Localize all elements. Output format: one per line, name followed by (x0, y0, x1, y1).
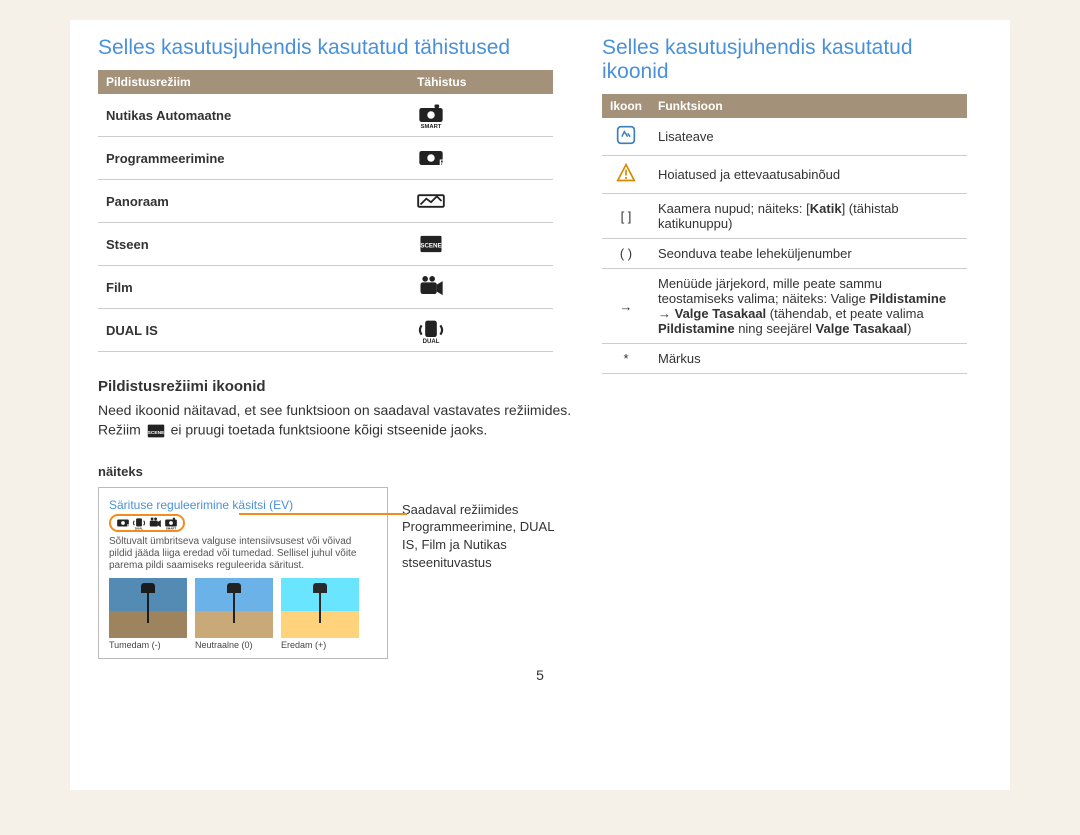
mode-icons-body: Need ikoonid näitavad, et see funktsioon… (98, 401, 572, 442)
table-row: ( )Seonduva teabe leheküljenumber (602, 239, 967, 269)
body-post: ei pruugi toetada funktsioone kõigi stse… (171, 422, 488, 438)
callout-connector (239, 513, 407, 515)
svg-text:SMART: SMART (166, 526, 177, 530)
mode-label: DUAL IS (98, 309, 409, 352)
table-row: Film (98, 266, 553, 309)
smart-icon: SMART (163, 517, 179, 529)
svg-text:SCENE: SCENE (147, 430, 164, 436)
row-icon: [ ] (602, 194, 650, 239)
row-text: Märkus (650, 344, 967, 374)
thumb-caption: Tumedam (-) (109, 640, 187, 650)
table-row: Lisateave (602, 118, 967, 156)
row-text: Lisateave (650, 118, 967, 156)
mode-table-head-mode: Pildistusrežiim (98, 70, 409, 94)
right-heading: Selles kasutusjuhendis kasutatud ikoonid (602, 36, 982, 84)
mode-label: Programmeerimine (98, 137, 409, 180)
thumb-brighter: Eredam (+) (281, 578, 359, 650)
mode-label: Nutikas Automaatne (98, 94, 409, 137)
icon-table-head-func: Funktsioon (650, 94, 967, 118)
row-text: Kaamera nupud; näiteks: [Katik] (tähista… (650, 194, 967, 239)
row-text: Hoiatused ja ettevaatusabinõud (650, 156, 967, 194)
info-icon (602, 118, 650, 156)
thumb-image (195, 578, 273, 638)
smart-icon: SMART (409, 94, 553, 137)
table-row: →Menüüde järjekord, mille peate sammu te… (602, 269, 967, 344)
svg-text:P: P (127, 523, 130, 528)
mode-label: Film (98, 266, 409, 309)
left-column: Selles kasutusjuhendis kasutatud tähistu… (98, 36, 572, 659)
two-column-layout: Selles kasutusjuhendis kasutatud tähistu… (98, 36, 982, 659)
movie-icon (409, 266, 553, 309)
table-row: Nutikas Automaatne SMART (98, 94, 553, 137)
page-number: 5 (98, 667, 982, 683)
scene-icon: SCENE (145, 422, 167, 438)
mode-strip: P DUAL SMART (109, 514, 185, 532)
mode-label: Stseen (98, 223, 409, 266)
thumb-caption: Eredam (+) (281, 640, 359, 650)
row-icon: → (602, 269, 650, 344)
table-row: Panoraam (98, 180, 553, 223)
program-icon: P (115, 517, 131, 529)
dual-icon: DUAL (131, 517, 147, 529)
mode-label: Panoraam (98, 180, 409, 223)
thumb-image (109, 578, 187, 638)
svg-text:DUAL: DUAL (135, 526, 144, 530)
right-column: Selles kasutusjuhendis kasutatud ikoonid… (602, 36, 982, 659)
mode-icons-subheading: Pildistusrežiimi ikoonid (98, 378, 572, 395)
svg-text:SMART: SMART (421, 124, 442, 129)
table-row: [ ]Kaamera nupud; näiteks: [Katik] (tähi… (602, 194, 967, 239)
icon-table: Ikoon Funktsioon LisateaveHoiatused ja e… (602, 94, 967, 374)
thumb-row: Tumedam (-) Neutraalne (0) Eredam (+) (109, 578, 377, 650)
thumb-image (281, 578, 359, 638)
row-text: Seonduva teabe leheküljenumber (650, 239, 967, 269)
manual-page: Selles kasutusjuhendis kasutatud tähistu… (70, 20, 1010, 790)
svg-text:P: P (439, 158, 445, 168)
thumb-caption: Neutraalne (0) (195, 640, 273, 650)
example-side-note: Saadaval režiimides Programmeerimine, DU… (402, 487, 572, 571)
left-heading: Selles kasutusjuhendis kasutatud tähistu… (98, 36, 572, 60)
svg-text:SCENE: SCENE (420, 243, 441, 250)
icon-table-head-icon: Ikoon (602, 94, 650, 118)
thumb-darker: Tumedam (-) (109, 578, 187, 650)
row-icon: ( ) (602, 239, 650, 269)
table-row: *Märkus (602, 344, 967, 374)
panorama-icon (409, 180, 553, 223)
row-icon: * (602, 344, 650, 374)
table-row: Programmeerimine P (98, 137, 553, 180)
example-desc: Sõltuvalt ümbritseva valguse intensiivsu… (109, 536, 377, 572)
example-box: Särituse reguleerimine käsitsi (EV) P DUA… (98, 487, 388, 659)
warn-icon (602, 156, 650, 194)
thumb-neutral: Neutraalne (0) (195, 578, 273, 650)
program-icon: P (409, 137, 553, 180)
movie-icon (147, 517, 163, 529)
table-row: Stseen SCENE (98, 223, 553, 266)
scene-icon: SCENE (409, 223, 553, 266)
table-row: Hoiatused ja ettevaatusabinõud (602, 156, 967, 194)
table-row: DUAL IS DUAL (98, 309, 553, 352)
example-label: näiteks (98, 464, 572, 479)
svg-text:DUAL: DUAL (423, 339, 440, 344)
example-title: Särituse reguleerimine käsitsi (EV) (109, 498, 377, 512)
example-row: Särituse reguleerimine käsitsi (EV) P DUA… (98, 487, 572, 659)
mode-table-head-mark: Tähistus (409, 70, 553, 94)
row-text: Menüüde järjekord, mille peate sammu teo… (650, 269, 967, 344)
mode-table: Pildistusrežiim Tähistus Nutikas Automaa… (98, 70, 553, 352)
dual-icon: DUAL (409, 309, 553, 352)
